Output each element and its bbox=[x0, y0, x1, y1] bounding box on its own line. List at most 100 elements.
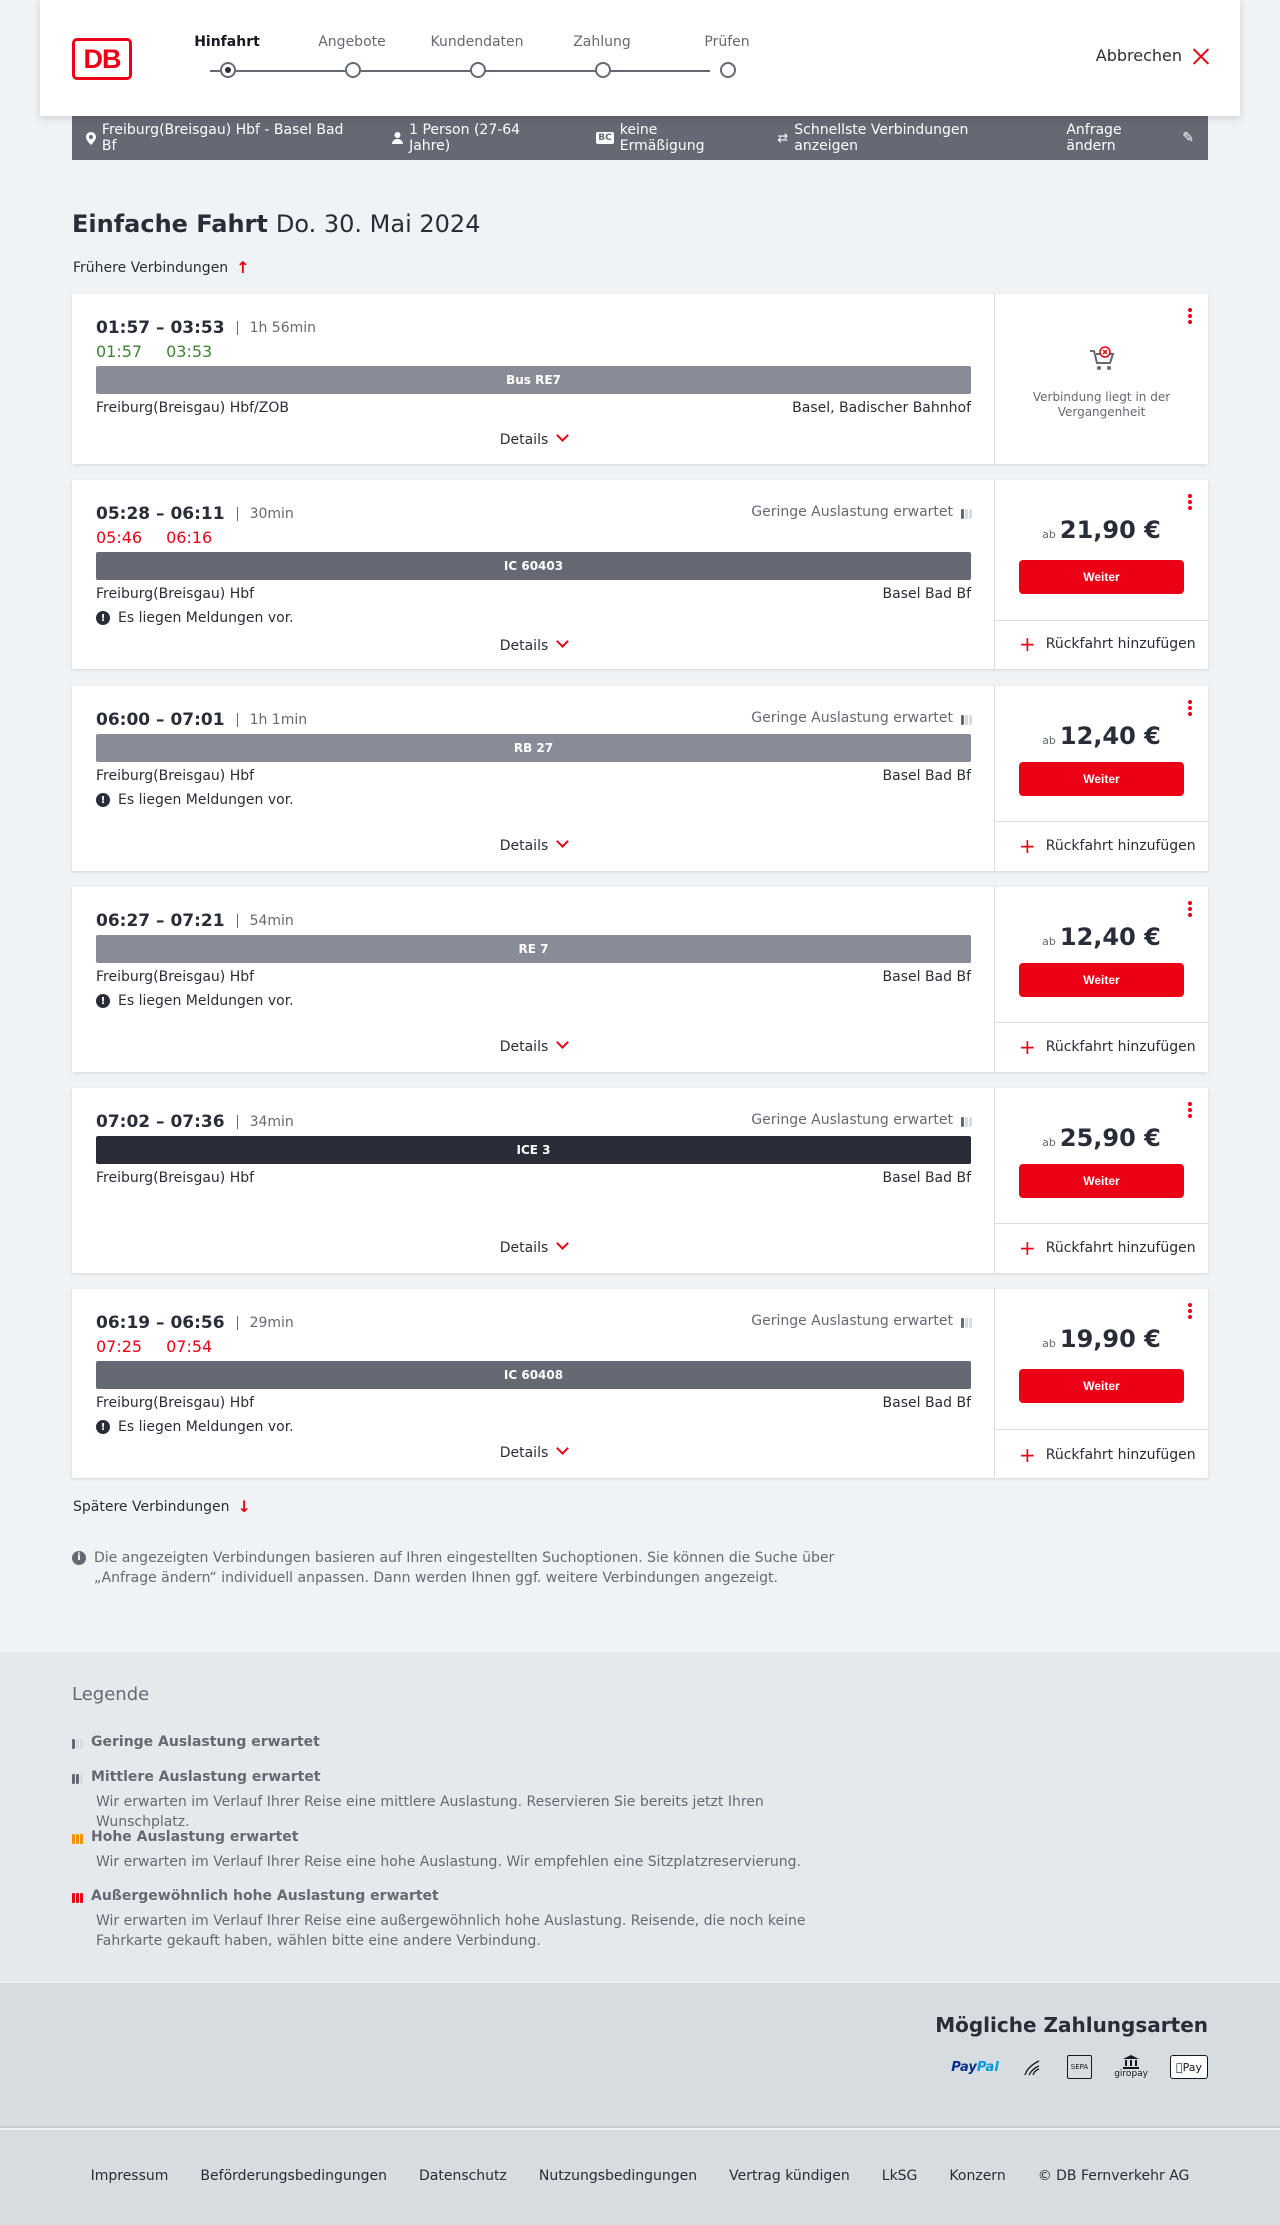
price-prefix: ab bbox=[1042, 528, 1056, 541]
continue-button[interactable]: Weiter bbox=[1019, 1369, 1184, 1403]
footer-link-konzern[interactable]: Konzern bbox=[949, 2168, 1005, 2184]
utilization-medium-icon bbox=[72, 1771, 83, 1784]
connection-offer: ab 12,40 € Weiter + Rückfahrt hinzufügen bbox=[995, 686, 1208, 871]
service-notice: ! Es liegen Meldungen vor. bbox=[96, 993, 294, 1009]
details-label: Details bbox=[499, 1039, 549, 1055]
connection-main[interactable]: 05:28 – 06:11 30min Geringe Auslastung e… bbox=[72, 480, 995, 669]
continue-button[interactable]: Weiter bbox=[1019, 762, 1184, 796]
later-connections-link[interactable]: Spätere Verbindungen ↓ bbox=[73, 1497, 251, 1516]
price-amount: 12,40 € bbox=[1059, 722, 1161, 750]
connection-card: 06:00 – 07:01 1h 1min Geringe Auslastung… bbox=[72, 686, 1208, 871]
connection-offer: ab 19,90 € Weiter + Rückfahrt hinzufügen bbox=[995, 1289, 1208, 1478]
later-label: Spätere Verbindungen bbox=[73, 1498, 230, 1515]
realtime-arrival: 07:54 bbox=[166, 1337, 213, 1356]
edit-request-button[interactable]: Anfrage ändern ✎ bbox=[1066, 122, 1194, 154]
summary-fastest[interactable]: ⇄ Schnellste Verbindungen anzeigen bbox=[777, 122, 1034, 154]
arrow-down-icon: ↓ bbox=[237, 1497, 251, 1516]
legend-heading: Geringe Auslastung erwartet bbox=[91, 1734, 320, 1750]
connection-card: 05:28 – 06:11 30min Geringe Auslastung e… bbox=[72, 480, 1208, 669]
step-hinfahrt[interactable]: Hinfahrt bbox=[172, 34, 282, 78]
continue-button[interactable]: Weiter bbox=[1019, 560, 1184, 594]
utilization-low-icon bbox=[961, 1315, 972, 1328]
connection-main[interactable]: 06:19 – 06:56 29min Geringe Auslastung e… bbox=[72, 1289, 995, 1478]
plus-icon: + bbox=[1019, 1443, 1036, 1467]
step-label: Prüfen bbox=[704, 34, 750, 50]
step-kundendaten: Kundendaten bbox=[422, 34, 532, 78]
notice-text: Es liegen Meldungen vor. bbox=[118, 610, 294, 626]
utilization-low-icon bbox=[961, 1114, 972, 1127]
departure-arrival: 06:00 – 07:01 bbox=[96, 710, 225, 730]
summary-passengers[interactable]: 1 Person (27-64 Jahre) bbox=[392, 122, 564, 154]
add-return-label: Rückfahrt hinzufügen bbox=[1045, 1447, 1196, 1463]
destination-station: Basel Bad Bf bbox=[882, 1170, 971, 1186]
footer-link-vertrag-kuendigen[interactable]: Vertrag kündigen bbox=[729, 2168, 850, 2184]
realtime-arrival: 03:53 bbox=[166, 342, 213, 361]
past-connection-box: Verbindung liegt in der Vergangenheit bbox=[995, 294, 1208, 464]
legend-heading: Außergewöhnlich hohe Auslastung erwartet bbox=[91, 1888, 439, 1904]
utilization-very-high-icon bbox=[72, 1890, 83, 1903]
details-toggle[interactable]: Details bbox=[72, 1237, 995, 1256]
add-return-button[interactable]: + Rückfahrt hinzufügen bbox=[1019, 1443, 1196, 1467]
step-angebote: Angebote bbox=[297, 34, 407, 78]
connection-card: 06:27 – 07:21 54min RE 7 Freiburg(Breisg… bbox=[72, 887, 1208, 1072]
cancel-label: Abbrechen bbox=[1095, 46, 1182, 65]
origin-station: Freiburg(Breisgau) Hbf bbox=[96, 586, 255, 602]
add-return-label: Rückfahrt hinzufügen bbox=[1045, 838, 1196, 854]
add-return-button[interactable]: + Rückfahrt hinzufügen bbox=[1019, 834, 1196, 858]
connection-offer: ab 25,90 € Weiter + Rückfahrt hinzufügen bbox=[995, 1088, 1208, 1273]
applepay-icon: Pay bbox=[1170, 2055, 1208, 2079]
details-toggle[interactable]: Details bbox=[72, 835, 995, 854]
price-prefix: ab bbox=[1042, 1136, 1056, 1149]
chevron-down-icon bbox=[556, 835, 570, 848]
connection-main[interactable]: 06:00 – 07:01 1h 1min Geringe Auslastung… bbox=[72, 686, 995, 871]
cancel-button[interactable]: Abbrechen bbox=[1096, 46, 1210, 65]
location-pin-icon bbox=[86, 131, 96, 145]
details-toggle[interactable]: Details bbox=[72, 429, 995, 448]
duration: 54min bbox=[249, 913, 294, 929]
train-bar: RB 27 bbox=[96, 734, 971, 762]
connection-main[interactable]: 06:27 – 07:21 54min RE 7 Freiburg(Breisg… bbox=[72, 887, 995, 1072]
separator bbox=[236, 321, 238, 335]
duration: 29min bbox=[249, 1315, 294, 1331]
details-toggle[interactable]: Details bbox=[72, 1442, 995, 1461]
connection-times: 01:57 – 03:53 1h 56min bbox=[96, 318, 316, 338]
add-return-button[interactable]: + Rückfahrt hinzufügen bbox=[1019, 634, 1196, 654]
connection-main[interactable]: 07:02 – 07:36 34min Geringe Auslastung e… bbox=[72, 1088, 995, 1273]
add-return-label: Rückfahrt hinzufügen bbox=[1045, 636, 1196, 652]
price-box: ab 12,40 € Weiter bbox=[995, 686, 1208, 822]
details-toggle[interactable]: Details bbox=[72, 635, 995, 654]
utilization-label: Geringe Auslastung erwartet bbox=[751, 504, 953, 520]
continue-button[interactable]: Weiter bbox=[1019, 1164, 1184, 1198]
origin-station: Freiburg(Breisgau) Hbf bbox=[96, 768, 255, 784]
giropay-label: giropay bbox=[1114, 2069, 1148, 2079]
summary-discount[interactable]: BC keine Ermäßigung bbox=[596, 122, 745, 154]
db-logo[interactable]: DB bbox=[72, 38, 132, 80]
price-box: ab 21,90 € Weiter bbox=[995, 480, 1208, 621]
step-dot-active bbox=[220, 62, 236, 78]
duration: 30min bbox=[249, 506, 294, 522]
plus-icon: + bbox=[1019, 834, 1036, 858]
utilization-label: Geringe Auslastung erwartet bbox=[751, 1313, 953, 1329]
step-dot bbox=[470, 62, 486, 78]
summary-route[interactable]: Freiburg(Breisgau) Hbf - Basel Bad Bf bbox=[86, 122, 360, 154]
add-return-button[interactable]: + Rückfahrt hinzufügen bbox=[1019, 1238, 1196, 1258]
add-return-button[interactable]: + Rückfahrt hinzufügen bbox=[1019, 1037, 1196, 1057]
giropay-icon: giropay bbox=[1114, 2055, 1148, 2079]
footer-link-nutzungsbedingungen[interactable]: Nutzungsbedingungen bbox=[539, 2168, 697, 2184]
legend-item-medium: Mittlere Auslastung erwartet Wir erwarte… bbox=[72, 1769, 852, 1832]
continue-button[interactable]: Weiter bbox=[1019, 963, 1184, 997]
connection-card: 06:19 – 06:56 29min Geringe Auslastung e… bbox=[72, 1289, 1208, 1478]
progress-line bbox=[210, 70, 710, 72]
page-title: Einfache Fahrt Do. 30. Mai 2024 bbox=[72, 210, 480, 238]
copyright: © DB Fernverkehr AG bbox=[1037, 2168, 1190, 2184]
footer-link-datenschutz[interactable]: Datenschutz bbox=[419, 2168, 507, 2184]
connection-main[interactable]: 01:57 – 03:53 1h 56min 01:57 03:53 Bus R… bbox=[72, 294, 995, 464]
utilization-high-icon bbox=[72, 1831, 83, 1844]
footer-link-impressum[interactable]: Impressum bbox=[91, 2168, 169, 2184]
realtime-times: 05:46 06:16 bbox=[96, 528, 212, 547]
earlier-connections-link[interactable]: Frühere Verbindungen ↑ bbox=[73, 258, 250, 277]
footer-link-lksg[interactable]: LkSG bbox=[882, 2168, 918, 2184]
details-toggle[interactable]: Details bbox=[72, 1036, 995, 1055]
footer-link-befoerderungsbedingungen[interactable]: Beförderungsbedingungen bbox=[200, 2168, 387, 2184]
origin-station: Freiburg(Breisgau) Hbf bbox=[96, 969, 255, 985]
